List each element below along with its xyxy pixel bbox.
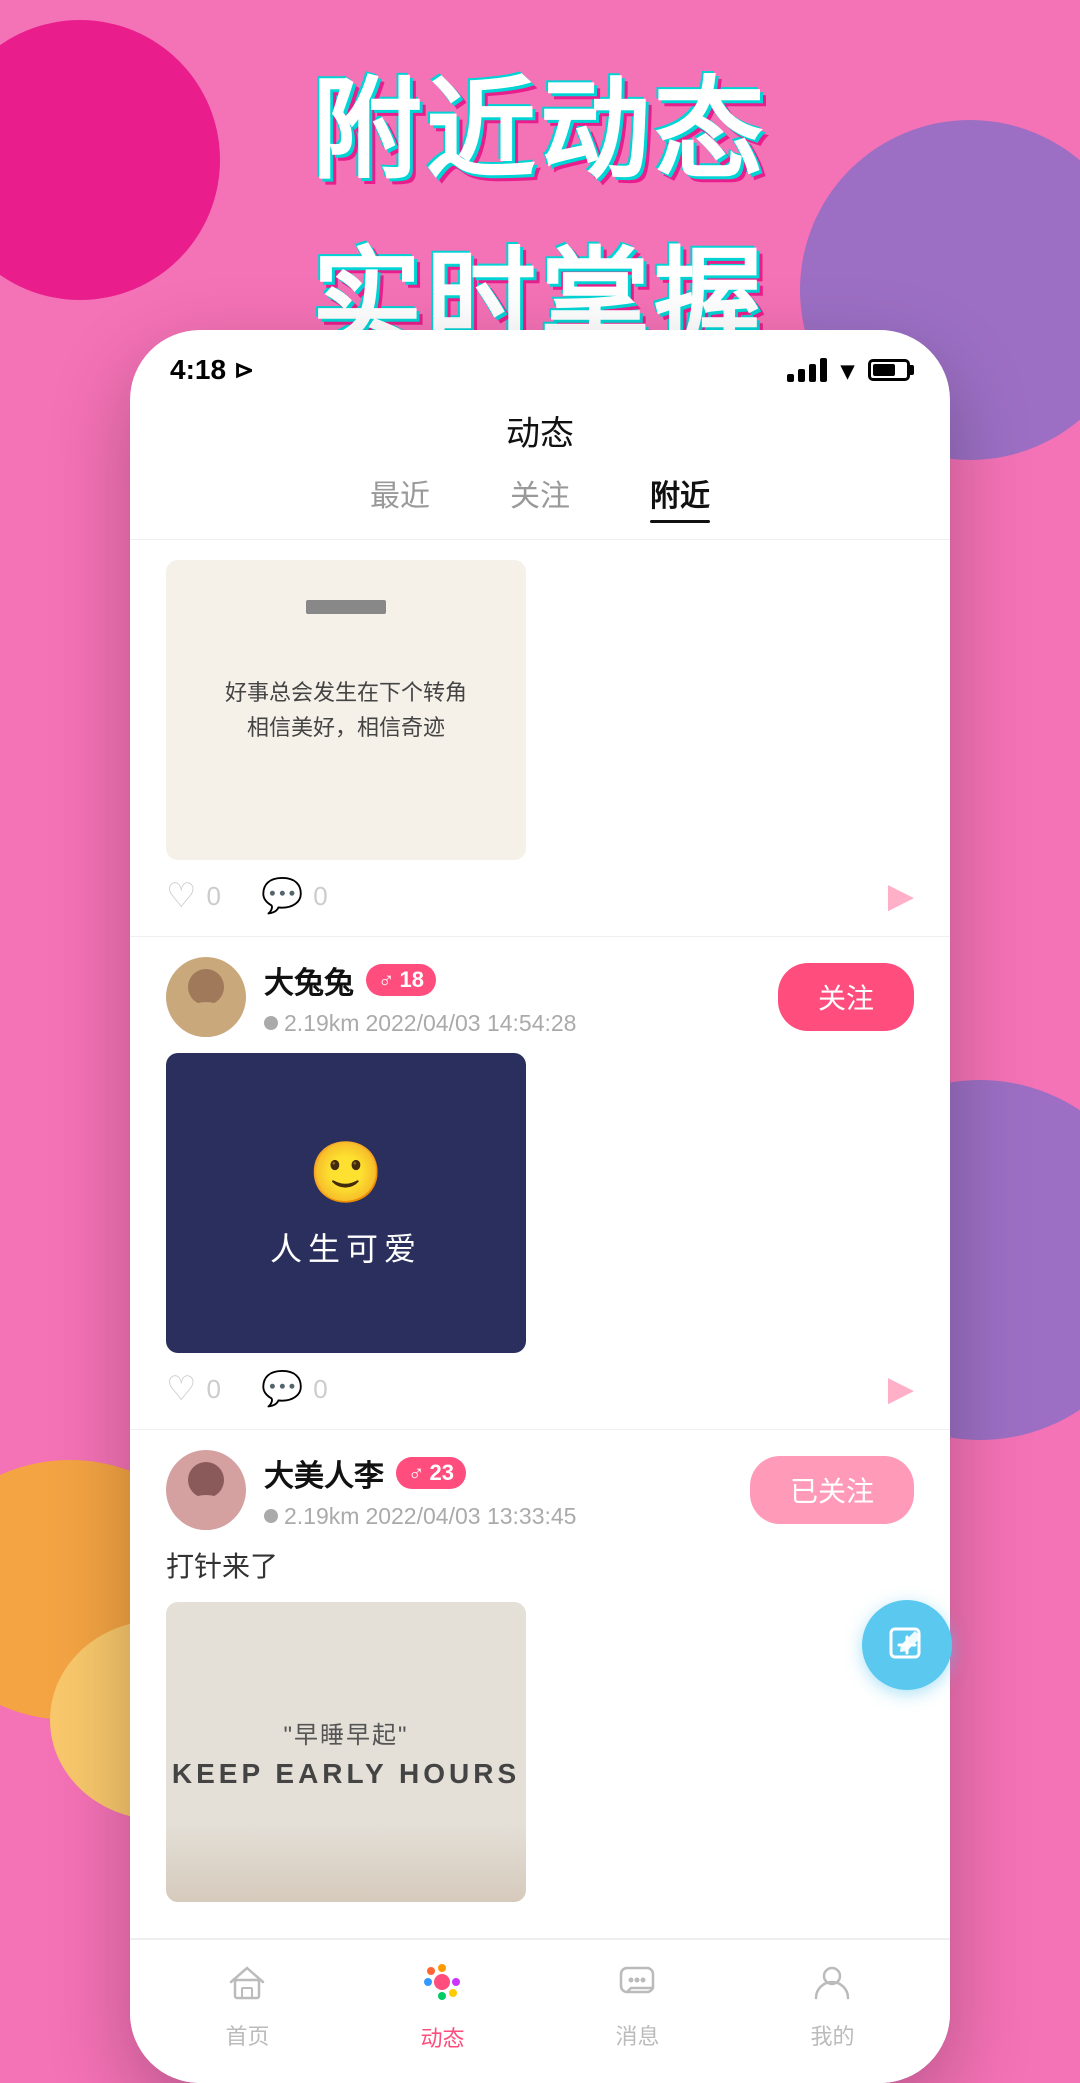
profile-label: 我的 <box>810 2019 854 2051</box>
image-gradient <box>166 1822 526 1902</box>
comment-icon-2: 💬 <box>261 1369 303 1409</box>
tape-decoration <box>306 600 386 614</box>
post-3-gender-badge: ♂ 23 <box>396 1457 466 1489</box>
status-left: 4:18 ⊳ <box>170 354 254 386</box>
post-3-username: 大美人李 <box>264 1451 384 1495</box>
post-1-image: 好事总会发生在下个转角相信美好，相信奇迹 <box>166 560 526 860</box>
gender-icon: ♂ <box>378 967 395 993</box>
post-3-follow-button[interactable]: 已关注 <box>750 1456 914 1524</box>
post-3-user-info: 大美人李 ♂ 23 2.19km 2022/04/03 13:33:45 <box>264 1451 732 1530</box>
comment-count-2: 0 <box>313 1374 327 1405</box>
post-1-actions: ♡ 0 💬 0 ▶ <box>166 876 914 916</box>
keep-text-container: "早睡早起" KEEP EARLY HOURS <box>172 1715 520 1790</box>
bottom-navigation: 首页 动态 <box>130 1939 950 2083</box>
battery-icon <box>868 359 910 381</box>
like-count-2: 0 <box>206 1374 220 1405</box>
post-2-distance: 2.19km <box>284 1010 359 1037</box>
smiley-icon: 🙂 <box>309 1137 384 1208</box>
messages-label: 消息 <box>615 2019 659 2051</box>
post-2-username: 大兔兔 <box>264 958 354 1002</box>
post-3-distance: 2.19km <box>284 1503 359 1530</box>
hero-line1: 附近动态 <box>0 40 1080 200</box>
age-label: 18 <box>400 967 424 993</box>
play-icon-2: ▶ <box>888 1369 914 1409</box>
nav-profile[interactable]: 我的 <box>810 1962 854 2051</box>
like-action-2[interactable]: ♡ 0 <box>166 1369 221 1409</box>
post-2-image-text: 人生可爱 <box>270 1224 422 1270</box>
phone-mockup: 4:18 ⊳ ▾ 动态 最近 关注 附近 好事总会发生在下个转角相信美好 <box>130 330 950 2083</box>
nav-moments[interactable]: 动态 <box>420 1960 464 2053</box>
tab-bar: 最近 关注 附近 <box>130 471 950 540</box>
post-1: 好事总会发生在下个转角相信美好，相信奇迹 ♡ 0 💬 0 ▶ <box>130 540 950 937</box>
post-2-gender-badge: ♂ 18 <box>366 964 436 996</box>
video-action[interactable]: ▶ <box>888 876 914 916</box>
gender-icon-3: ♂ <box>408 1460 425 1486</box>
moments-icon <box>420 1960 464 2015</box>
post-3: 大美人李 ♂ 23 2.19km 2022/04/03 13:33:45 已关注… <box>130 1430 950 1939</box>
comment-action-2[interactable]: 💬 0 <box>261 1369 328 1409</box>
post-3-meta: 2.19km 2022/04/03 13:33:45 <box>264 1503 732 1530</box>
heart-icon: ♡ <box>166 876 196 916</box>
video-action-2[interactable]: ▶ <box>888 1369 914 1409</box>
status-right: ▾ <box>787 355 910 386</box>
nav-messages[interactable]: 消息 <box>615 1962 659 2051</box>
play-icon: ▶ <box>888 876 914 916</box>
post-2: 大兔兔 ♂ 18 2.19km 2022/04/03 14:54:28 关注 <box>130 937 950 1430</box>
moments-label: 动态 <box>420 2021 464 2053</box>
tab-nearby[interactable]: 附近 <box>650 471 710 523</box>
comment-action[interactable]: 💬 0 <box>261 876 328 916</box>
post-2-date: 2022/04/03 14:54:28 <box>365 1010 576 1037</box>
content-area: 好事总会发生在下个转角相信美好，相信奇迹 ♡ 0 💬 0 ▶ <box>130 540 950 1939</box>
post-1-image-text: 好事总会发生在下个转角相信美好，相信奇迹 <box>205 655 487 765</box>
post-2-image: 🙂 人生可爱 <box>166 1053 526 1353</box>
keep-early-hours-text: KEEP EARLY HOURS <box>172 1758 520 1790</box>
post-2-actions: ♡ 0 💬 0 ▶ <box>166 1369 914 1409</box>
post-2-avatar <box>166 957 246 1037</box>
like-action[interactable]: ♡ 0 <box>166 876 221 916</box>
status-time: 4:18 <box>170 354 226 386</box>
post-3-name-row: 大美人李 ♂ 23 <box>264 1451 732 1495</box>
heart-icon-2: ♡ <box>166 1369 196 1409</box>
nav-home[interactable]: 首页 <box>225 1962 269 2051</box>
wifi-icon: ▾ <box>841 355 854 386</box>
post-2-header: 大兔兔 ♂ 18 2.19km 2022/04/03 14:54:28 关注 <box>166 957 914 1037</box>
hero-section: 附近动态 实时掌握 <box>0 40 1080 370</box>
comment-count: 0 <box>313 881 327 912</box>
location-dot-icon-3 <box>264 1509 278 1523</box>
post-2-meta: 2.19km 2022/04/03 14:54:28 <box>264 1010 760 1037</box>
messages-icon <box>617 1962 657 2013</box>
post-2-follow-button[interactable]: 关注 <box>778 963 914 1031</box>
compose-button[interactable] <box>862 1600 952 1690</box>
post-3-avatar <box>166 1450 246 1530</box>
location-icon: ⊳ <box>234 356 254 385</box>
post-2-name-row: 大兔兔 ♂ 18 <box>264 958 760 1002</box>
home-label: 首页 <box>225 2019 269 2051</box>
comment-icon: 💬 <box>261 876 303 916</box>
signal-icon <box>787 358 827 382</box>
post-3-date: 2022/04/03 13:33:45 <box>365 1503 576 1530</box>
tab-recent[interactable]: 最近 <box>370 471 430 523</box>
early-sleep-text: "早睡早起" <box>172 1715 520 1750</box>
home-icon <box>227 1962 267 2013</box>
post-3-text: 打针来了 <box>166 1546 914 1588</box>
page-title: 动态 <box>130 396 950 471</box>
like-count: 0 <box>206 881 220 912</box>
post-3-image: "早睡早起" KEEP EARLY HOURS <box>166 1602 526 1902</box>
location-dot-icon <box>264 1016 278 1030</box>
post-3-header: 大美人李 ♂ 23 2.19km 2022/04/03 13:33:45 已关注 <box>166 1450 914 1530</box>
profile-icon <box>812 1962 852 2013</box>
age-label-3: 23 <box>430 1460 454 1486</box>
post-2-user-info: 大兔兔 ♂ 18 2.19km 2022/04/03 14:54:28 <box>264 958 760 1037</box>
tab-following[interactable]: 关注 <box>510 471 570 523</box>
status-bar: 4:18 ⊳ ▾ <box>130 330 950 396</box>
